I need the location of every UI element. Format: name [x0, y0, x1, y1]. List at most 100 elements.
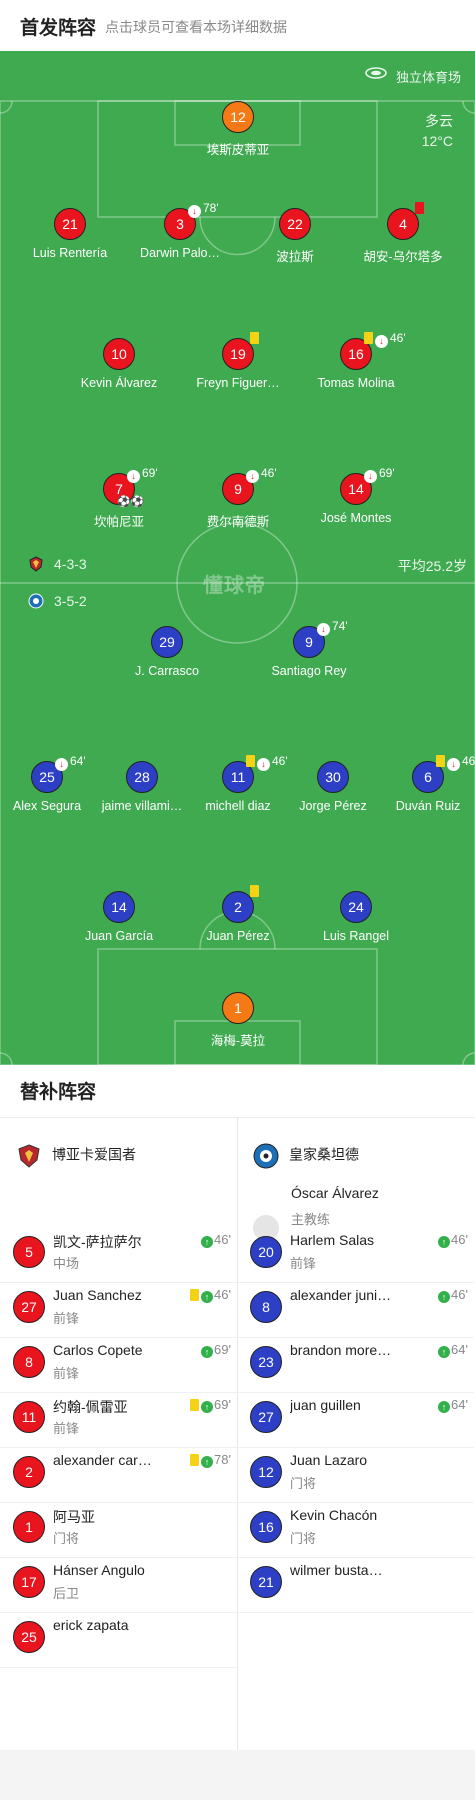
home-substitute-row[interactable]: 11 约翰-佩雷亚 前锋 ↑ 69': [0, 1385, 237, 1448]
home-player[interactable]: 10 Kevin Álvarez: [59, 338, 179, 390]
sub-out-icon: ↓: [188, 205, 201, 218]
player-name: 费尔南德斯: [206, 515, 270, 529]
home-substitute-row[interactable]: 27 Juan Sanchez 前锋 ↑ 46': [0, 1275, 237, 1338]
home-player[interactable]: 7 ↓ 69' ⚽⚽ 坎帕尼亚: [59, 466, 179, 530]
page-footer: [0, 1750, 475, 1800]
player-number: 17: [13, 1566, 45, 1598]
event-minute: 69': [142, 466, 158, 480]
away-player[interactable]: 2 Juan Pérez: [178, 885, 298, 943]
sub-out-icon: ↓: [127, 470, 140, 483]
away-player[interactable]: 29 J. Carrasco: [107, 626, 227, 678]
away-player[interactable]: 14 Juan García: [59, 891, 179, 943]
home-player[interactable]: 12 埃斯皮蒂亚: [178, 101, 298, 158]
player-name: Harlem Salas: [290, 1232, 375, 1248]
away-substitute-row[interactable]: 20 Harlem Salas 前锋 ↑ 46': [237, 1220, 474, 1283]
player-name: Luis Rentería: [32, 246, 108, 260]
home-substitute-row[interactable]: 5 凯文-萨拉萨尔 中场 ↑ 46': [0, 1220, 237, 1283]
home-player[interactable]: 16 ↓ 46' Tomas Molina: [296, 331, 416, 390]
away-player[interactable]: 6 ↓ 46 Duván Ruiz: [368, 754, 475, 813]
home-player[interactable]: 3 ↓ 78' Darwin Palo…: [120, 201, 240, 260]
home-player[interactable]: 14 ↓ 69' José Montes: [296, 466, 416, 525]
player-name: Juan Lazaro: [290, 1452, 368, 1468]
away-substitute-row[interactable]: 16 Kevin Chacón 门将: [237, 1495, 474, 1558]
weather-condition: 多云: [425, 113, 453, 129]
home-substitute-row[interactable]: 2 alexander car… ↑ 78': [0, 1440, 237, 1503]
yellow-card-icon: [250, 885, 259, 897]
event-minute: 46: [462, 754, 475, 768]
event-minute: 46': [261, 466, 277, 480]
home-player[interactable]: 9 ↓ 46' 费尔南德斯: [178, 466, 298, 530]
away-player[interactable]: 9 ↓ 74' Santiago Rey: [249, 619, 369, 678]
player-number: 8: [13, 1346, 45, 1378]
player-position: 中场: [53, 1256, 80, 1271]
sub-out-icon: ↓: [55, 758, 68, 771]
away-player[interactable]: 24 Luis Rangel: [296, 891, 416, 943]
home-substitute-row[interactable]: 8 Carlos Copete 前锋 ↑ 69': [0, 1330, 237, 1393]
home-player[interactable]: 21 Luis Rentería: [10, 208, 130, 260]
player-number: 23: [250, 1346, 282, 1378]
home-substitute-row[interactable]: 17 Hánser Angulo 后卫: [0, 1550, 237, 1613]
away-player[interactable]: 1 海梅-莫拉: [178, 992, 298, 1049]
player-number: 2: [13, 1456, 45, 1488]
sub-in-icon: ↑: [201, 1291, 214, 1303]
player-position: 门将: [53, 1531, 80, 1546]
home-team-name: 博亚卡爱国者: [52, 1146, 136, 1163]
home-player[interactable]: 19 Freyn Figuer…: [178, 332, 298, 390]
sub-events: ↑ 69': [201, 1342, 231, 1358]
yellow-card-icon: [250, 332, 259, 344]
home-team-header[interactable]: 博亚卡爱国者: [16, 1143, 136, 1169]
away-substitute-row[interactable]: 27 juan guillen ↑ 64': [237, 1385, 474, 1448]
player-number: 11: [13, 1401, 45, 1433]
home-player[interactable]: 22 波拉斯: [235, 208, 355, 265]
player-name: erick zapata: [53, 1617, 129, 1633]
home-team-crest-icon: [18, 1144, 40, 1168]
player-name: Tomas Molina: [317, 376, 395, 390]
sub-events: ↑ 46': [201, 1232, 231, 1248]
home-substitute-row[interactable]: 1 阿马亚 门将: [0, 1495, 237, 1558]
player-number: 12: [250, 1456, 282, 1488]
event-minute: 69': [379, 466, 395, 480]
player-position: 门将: [290, 1531, 317, 1546]
player-events: [250, 884, 261, 898]
sub-events: ↑ 46': [438, 1287, 468, 1303]
player-name: 凯文-萨拉萨尔: [53, 1234, 142, 1250]
away-substitute-row[interactable]: 21 wilmer busta…: [237, 1550, 474, 1613]
player-events: ↓ 46': [246, 466, 277, 483]
sub-minute: 78': [214, 1452, 231, 1467]
player-name: 坎帕尼亚: [93, 515, 144, 529]
sub-in-icon: ↑: [438, 1346, 451, 1358]
away-substitute-row[interactable]: 23 brandon more… ↑ 64': [237, 1330, 474, 1393]
red-card-icon: [415, 202, 424, 214]
away-team-header[interactable]: 皇家桑坦德: [253, 1143, 359, 1169]
sub-minute: 69': [214, 1342, 231, 1357]
coach-name: Óscar Álvarez: [291, 1185, 379, 1201]
player-name: alexander juni…: [290, 1287, 392, 1303]
sub-out-icon: ↓: [317, 623, 330, 636]
away-substitute-row[interactable]: 8 alexander juni… ↑ 46': [237, 1275, 474, 1338]
player-position: 前锋: [53, 1366, 80, 1381]
player-name: J. Carrasco: [135, 664, 199, 678]
player-events: ↓ 74': [317, 619, 348, 636]
sub-minute: 46': [451, 1287, 468, 1302]
player-name: wilmer busta…: [290, 1562, 383, 1578]
page-subtitle: 点击球员可查看本场详细数据: [105, 19, 287, 35]
sub-in-icon: ↑: [201, 1401, 214, 1413]
home-player[interactable]: 4 胡安-乌尔塔多: [343, 202, 463, 265]
page-title: 首发阵容: [20, 18, 97, 39]
home-substitute-row[interactable]: 25 erick zapata: [0, 1605, 237, 1668]
row-separator: [0, 1667, 237, 1668]
player-events: [250, 331, 261, 345]
player-events: ↓ 46: [436, 754, 475, 771]
player-events: ↓ 78': [188, 201, 219, 218]
player-name: Kevin Álvarez: [80, 376, 158, 390]
player-events: ↓ 69': [127, 466, 158, 483]
player-events: ↓ 46': [364, 331, 406, 348]
player-number: 20: [250, 1236, 282, 1268]
player-number: 24: [340, 891, 372, 923]
player-name: 胡安-乌尔塔多: [363, 250, 443, 264]
player-name: Juan Pérez: [206, 929, 270, 943]
player-number: 16: [250, 1511, 282, 1543]
away-substitute-row[interactable]: 12 Juan Lazaro 门将: [237, 1440, 474, 1503]
event-minute: 78': [203, 201, 219, 215]
event-minute: 46': [390, 331, 406, 345]
